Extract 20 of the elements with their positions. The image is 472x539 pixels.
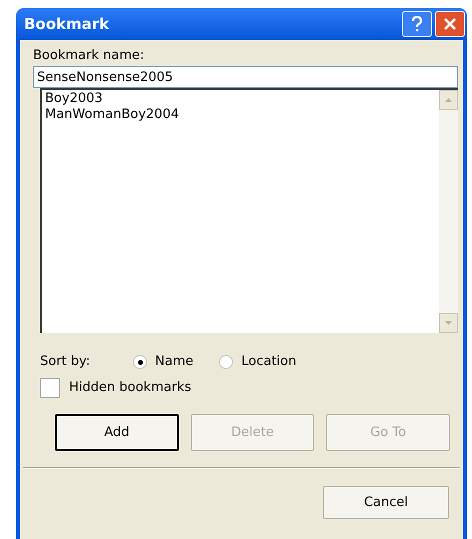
dialog-button[interactable]: Add [55,414,179,451]
bookmark-name-field[interactable]: SenseNonsense2005 [33,66,458,88]
scroll-up-button[interactable] [439,90,458,110]
bookmark-list-item[interactable]: Boy2003 [44,91,104,107]
cancel-button[interactable]: Cancel [323,486,449,519]
window-title: Bookmark [24,14,110,35]
help-button[interactable] [402,11,432,37]
up-arrow-icon [445,98,452,102]
bookmark-name-label: Bookmark name: [33,48,146,64]
sort-by-label: Sort by: [40,353,92,372]
bookmark-list-item[interactable]: ManWomanBoy2004 [44,107,180,123]
sort-radio-button[interactable]: Location [219,352,296,372]
hidden-bookmarks-checkbox[interactable]: Hidden bookmarks [40,378,192,398]
scroll-down-button[interactable] [439,313,458,333]
question-mark-icon [411,16,423,32]
close-icon [443,17,457,31]
close-button[interactable] [435,11,465,37]
down-arrow-icon [445,321,452,325]
scrollbar[interactable] [439,90,458,333]
sort-radio-button[interactable]: Name [133,352,194,372]
